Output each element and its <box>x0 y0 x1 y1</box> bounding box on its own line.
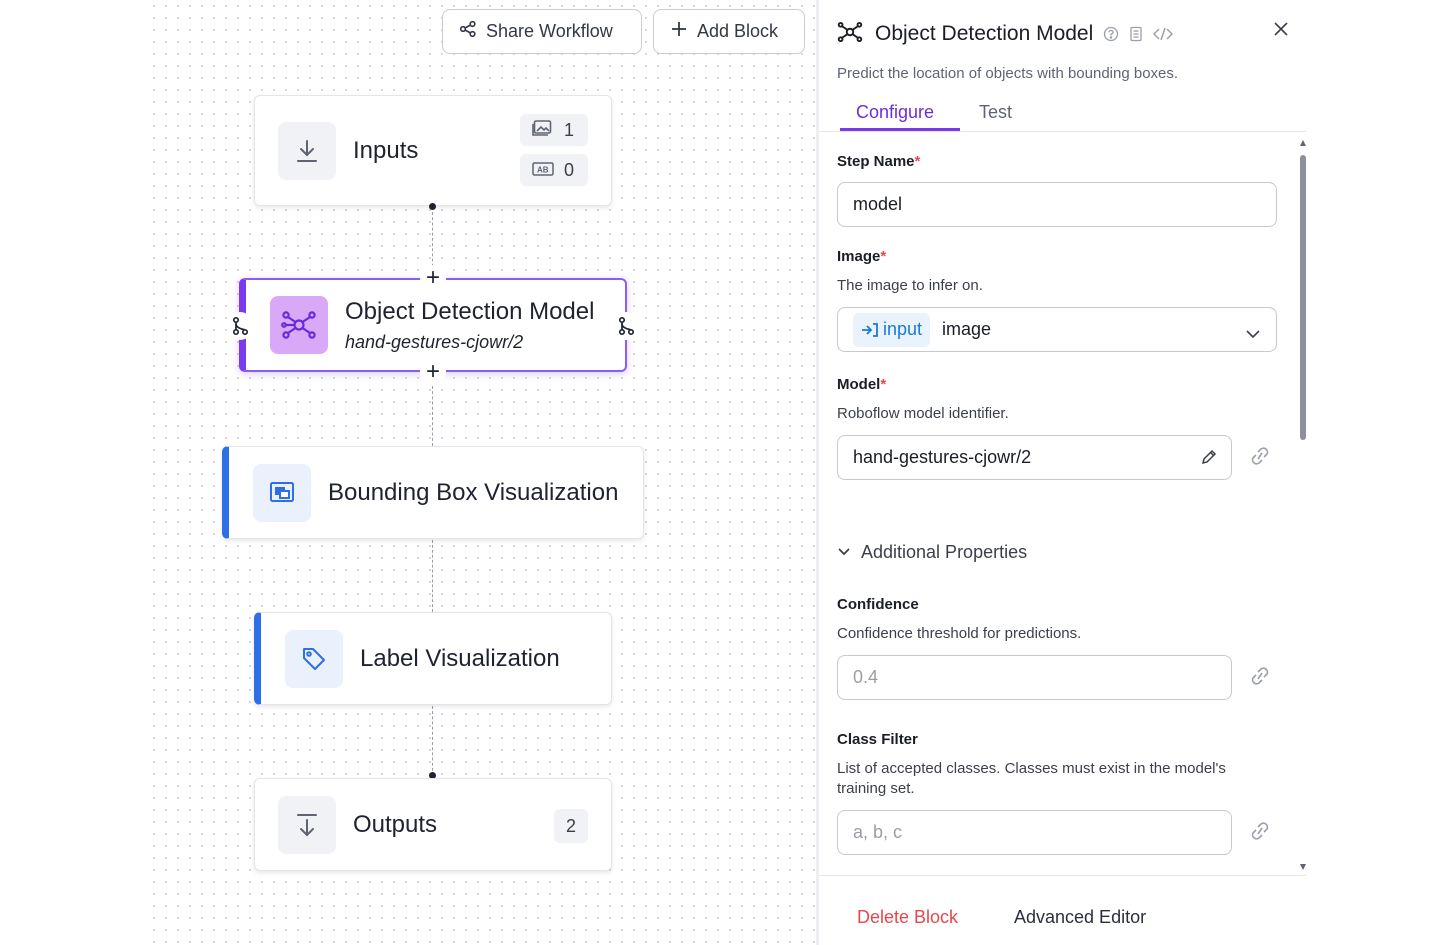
edge-label-outputs <box>432 706 433 776</box>
pencil-icon[interactable] <box>1201 449 1217 470</box>
image-icon <box>532 119 552 141</box>
additional-properties-label: Additional Properties <box>861 542 1028 562</box>
add-block-label: Add Block <box>697 21 779 41</box>
model-label: Model* <box>837 376 886 393</box>
panel-tabs: Configure Test <box>819 96 1306 132</box>
link-icon[interactable] <box>1247 445 1273 472</box>
insert-block-below-button[interactable]: + <box>420 359 446 385</box>
active-tab-indicator <box>840 128 960 131</box>
right-margin <box>1306 0 1439 945</box>
panel-footer: Delete Block Advanced Editor <box>819 875 1306 945</box>
label-visualization-node[interactable]: Label Visualization <box>254 612 612 705</box>
model-label-text: Model <box>837 376 881 393</box>
input-chip-label: input <box>883 319 923 339</box>
image-help-text: The image to infer on. <box>837 277 983 294</box>
inputs-node[interactable]: Inputs 1 AB 0 <box>254 95 612 206</box>
edge-bbox-label <box>432 540 433 612</box>
text-param-icon: AB <box>532 160 554 181</box>
inputs-title: Inputs <box>353 136 419 164</box>
model-graph-icon <box>270 296 328 354</box>
additional-properties-toggle[interactable]: Additional Properties <box>837 542 1027 563</box>
tab-test[interactable]: Test <box>979 102 1012 123</box>
panel-description: Predict the location of objects with bou… <box>837 65 1179 82</box>
delete-block-button[interactable]: Delete Block <box>857 907 958 928</box>
image-input-count: 1 <box>563 119 574 140</box>
confidence-help-text: Confidence threshold for predictions. <box>837 625 1082 642</box>
object-detection-model-id: hand-gestures-cjowr/2 <box>345 331 524 352</box>
tab-configure[interactable]: Configure <box>856 102 934 123</box>
configure-form: Step Name* model Image* The image to inf… <box>837 140 1287 875</box>
required-marker: * <box>880 248 887 265</box>
input-source-chip: input <box>853 312 931 347</box>
label-visualization-title: Label Visualization <box>360 644 560 672</box>
step-name-label: Step Name* <box>837 153 920 170</box>
param-input-count: 0 <box>563 159 574 180</box>
share-workflow-button[interactable]: Share Workflow <box>442 9 642 54</box>
outputs-count-badge: 2 <box>554 809 588 843</box>
chevron-down-icon <box>1246 323 1260 344</box>
plus-icon <box>670 20 688 43</box>
advanced-editor-button[interactable]: Advanced Editor <box>1014 907 1146 928</box>
object-detection-title: Object Detection Model <box>345 297 595 325</box>
link-icon[interactable] <box>1247 665 1273 692</box>
model-id-value: hand-gestures-cjowr/2 <box>853 447 1032 467</box>
share-workflow-label: Share Workflow <box>486 21 613 41</box>
required-marker: * <box>914 153 921 170</box>
bounding-box-visualization-node[interactable]: Bounding Box Visualization <box>222 446 644 539</box>
left-margin <box>0 0 148 945</box>
step-name-input[interactable]: model <box>837 182 1277 227</box>
link-icon[interactable] <box>1247 820 1273 847</box>
class-filter-help-line2: training set. <box>837 780 915 797</box>
image-label-text: Image <box>837 248 881 265</box>
bounding-box-icon <box>253 463 311 522</box>
question-icon[interactable] <box>1103 26 1119 42</box>
document-icon[interactable] <box>1129 26 1143 42</box>
download-icon <box>278 121 336 180</box>
upload-down-icon <box>278 795 336 854</box>
class-filter-input[interactable]: a, b, c <box>837 810 1232 855</box>
branch-left-icon[interactable] <box>226 312 254 340</box>
code-icon[interactable] <box>1153 26 1174 42</box>
chevron-down-icon <box>837 544 851 562</box>
image-input-count-badge: 1 <box>520 114 588 146</box>
confidence-input[interactable]: 0.4 <box>837 655 1232 700</box>
edge-model-bbox <box>432 386 433 446</box>
class-filter-label: Class Filter <box>837 731 918 748</box>
class-filter-help-line1: List of accepted classes. Classes must e… <box>837 760 1226 777</box>
param-input-count-badge: AB 0 <box>520 154 588 186</box>
block-config-panel: Object Detection Model Predict the locat… <box>816 0 1306 945</box>
add-block-button[interactable]: Add Block <box>653 9 805 54</box>
input-arrow-icon <box>862 322 878 337</box>
close-icon[interactable] <box>1274 22 1288 41</box>
confidence-label: Confidence <box>837 596 919 613</box>
outputs-node[interactable]: Outputs 2 <box>254 778 612 871</box>
share-nodes-icon <box>459 20 477 43</box>
image-label: Image* <box>837 248 886 265</box>
model-id-input[interactable]: hand-gestures-cjowr/2 <box>837 435 1232 480</box>
svg-text:AB: AB <box>537 165 549 174</box>
inputs-output-handle[interactable] <box>429 203 436 210</box>
model-help-text: Roboflow model identifier. <box>837 405 1009 422</box>
outputs-title: Outputs <box>353 810 438 838</box>
insert-block-above-button[interactable]: + <box>420 265 446 291</box>
panel-title: Object Detection Model <box>875 22 1094 45</box>
image-select[interactable]: input image <box>837 307 1277 352</box>
branch-right-icon[interactable] <box>612 312 640 340</box>
required-marker: * <box>880 376 887 393</box>
model-graph-icon <box>837 21 863 48</box>
image-select-value: image <box>942 319 992 339</box>
panel-header: Object Detection Model <box>837 18 1288 50</box>
step-name-label-text: Step Name <box>837 153 915 170</box>
tag-icon <box>285 629 343 688</box>
bounding-box-title: Bounding Box Visualization <box>328 478 619 506</box>
